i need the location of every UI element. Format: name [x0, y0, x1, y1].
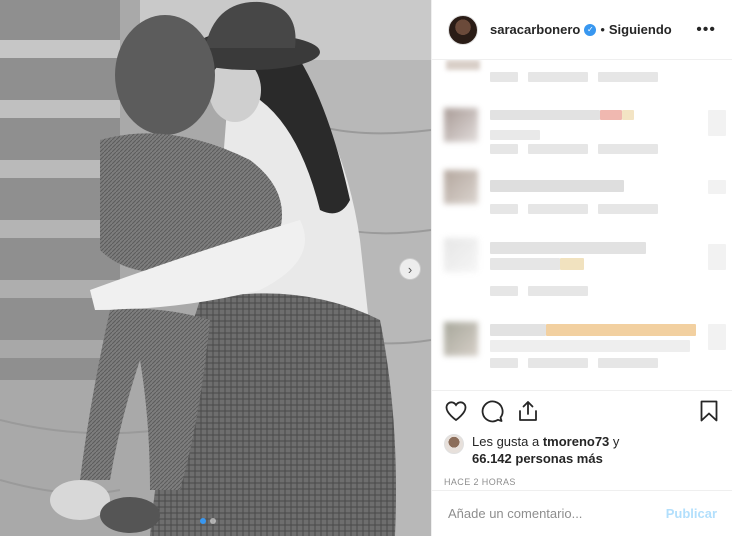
bookmark-icon[interactable] — [697, 399, 721, 423]
post-header: saracarbonero ✓ • Siguiendo ••• — [432, 0, 732, 60]
heart-icon[interactable] — [444, 399, 468, 423]
comment-icon[interactable] — [480, 399, 504, 423]
comment-form: Publicar — [432, 490, 732, 536]
verified-badge-icon: ✓ — [584, 23, 597, 36]
post-timestamp[interactable]: HACE 2 HORAS — [444, 477, 721, 487]
more-options-icon[interactable]: ••• — [696, 21, 716, 39]
avatar[interactable] — [444, 434, 464, 454]
post-photo[interactable]: › — [0, 0, 431, 536]
carousel-dot — [210, 518, 216, 524]
liker-link[interactable]: tmoreno73 — [543, 434, 609, 449]
header-separator: • — [600, 22, 605, 37]
share-icon[interactable] — [516, 399, 540, 423]
photo-illustration — [0, 0, 431, 536]
likes-prefix: Les gusta a — [472, 434, 543, 449]
publish-button[interactable]: Publicar — [666, 506, 717, 521]
likes-text: Les gusta a tmoreno73 y 66.142 personas … — [472, 433, 619, 467]
likes-count-link[interactable]: 66.142 personas más — [472, 451, 603, 466]
likes-conjunction: y — [609, 434, 620, 449]
action-icons — [444, 399, 721, 423]
carousel-indicator — [200, 518, 216, 524]
comments-list — [432, 60, 732, 388]
following-button[interactable]: Siguiendo — [609, 22, 672, 37]
post-actions: Les gusta a tmoreno73 y 66.142 personas … — [432, 390, 732, 487]
avatar[interactable] — [448, 14, 478, 45]
carousel-dot — [200, 518, 206, 524]
username-link[interactable]: saracarbonero — [490, 22, 580, 37]
post-side-panel: saracarbonero ✓ • Siguiendo ••• Les gust… — [431, 0, 732, 536]
next-photo-button[interactable]: › — [399, 258, 421, 280]
comment-input[interactable] — [448, 506, 666, 521]
likes-summary: Les gusta a tmoreno73 y 66.142 personas … — [444, 433, 721, 467]
next-photo-icon: › — [407, 261, 413, 277]
